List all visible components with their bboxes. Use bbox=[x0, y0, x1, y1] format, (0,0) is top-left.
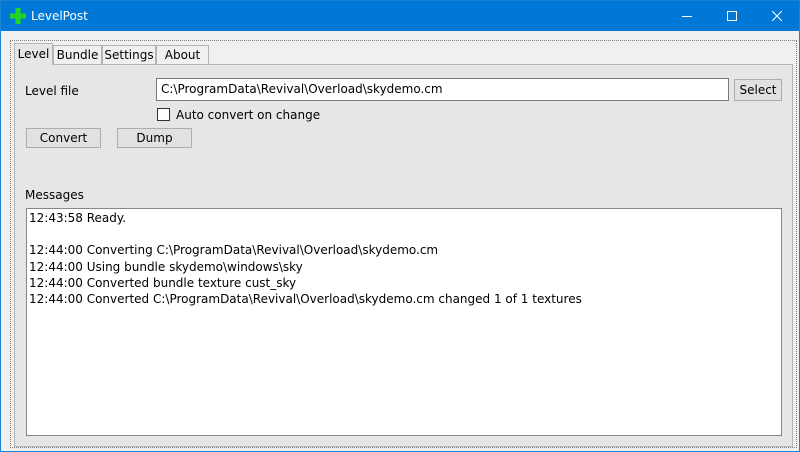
message-line: 12:44:00 Converted C:\ProgramData\Reviva… bbox=[29, 291, 582, 306]
convert-button[interactable]: Convert bbox=[26, 128, 101, 148]
message-line: 12:44:00 Converted bundle texture cust_s… bbox=[29, 275, 297, 290]
level-tab-panel: Level file C:\ProgramData\Revival\Overlo… bbox=[14, 64, 793, 447]
maximize-button[interactable] bbox=[709, 1, 754, 31]
message-line bbox=[29, 226, 779, 242]
select-button[interactable]: Select bbox=[734, 79, 782, 101]
level-file-label: Level file bbox=[25, 84, 79, 98]
maximize-icon bbox=[726, 11, 737, 21]
tab-about[interactable]: About bbox=[156, 45, 209, 64]
client-area: Level Bundle Settings About Level file C… bbox=[1, 31, 799, 451]
close-icon bbox=[771, 11, 782, 21]
message-line: 12:43:58 Ready. bbox=[29, 211, 127, 225]
dump-button[interactable]: Dump bbox=[117, 128, 192, 148]
app-window: LevelPost Level Bundle Settings About Le… bbox=[0, 0, 800, 452]
title-bar[interactable]: LevelPost bbox=[1, 1, 799, 31]
close-button[interactable] bbox=[754, 1, 799, 31]
tab-settings[interactable]: Settings bbox=[102, 45, 156, 64]
tab-bundle[interactable]: Bundle bbox=[53, 45, 102, 64]
level-file-input[interactable]: C:\ProgramData\Revival\Overload\skydemo.… bbox=[156, 78, 729, 101]
tab-level[interactable]: Level bbox=[14, 43, 53, 65]
messages-label: Messages bbox=[25, 188, 84, 202]
message-line: 12:44:00 Using bundle skydemo\windows\sk… bbox=[29, 259, 303, 274]
auto-convert-checkbox[interactable] bbox=[157, 108, 170, 121]
minimize-button[interactable] bbox=[664, 1, 709, 31]
messages-log[interactable]: 12:43:58 Ready. 12:44:00 Converting C:\P… bbox=[26, 208, 782, 436]
green-plus-icon bbox=[10, 8, 26, 24]
window-title: LevelPost bbox=[31, 9, 88, 23]
minimize-icon bbox=[681, 11, 692, 21]
message-line: 12:44:00 Converting C:\ProgramData\Reviv… bbox=[29, 243, 439, 258]
auto-convert-label[interactable]: Auto convert on change bbox=[176, 107, 320, 123]
